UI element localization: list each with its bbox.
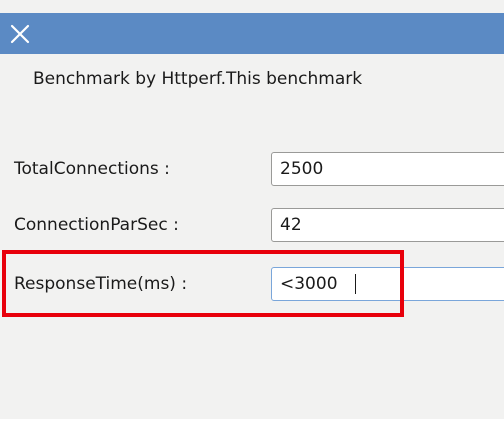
connection-par-sec-label: ConnectionParSec : [14, 215, 179, 235]
response-time-input[interactable] [271, 267, 504, 301]
total-connections-label: TotalConnections : [14, 159, 170, 179]
text-caret [355, 274, 356, 294]
benchmark-dialog: Benchmark by Httperf.This benchmark Tota… [0, 0, 504, 419]
close-icon[interactable] [9, 23, 31, 45]
total-connections-input[interactable] [271, 152, 504, 186]
benchmark-description: Benchmark by Httperf.This benchmark [33, 69, 363, 89]
response-time-label: ResponseTime(ms) : [14, 274, 188, 294]
connection-par-sec-input[interactable] [271, 208, 504, 242]
dialog-titlebar [0, 13, 504, 54]
